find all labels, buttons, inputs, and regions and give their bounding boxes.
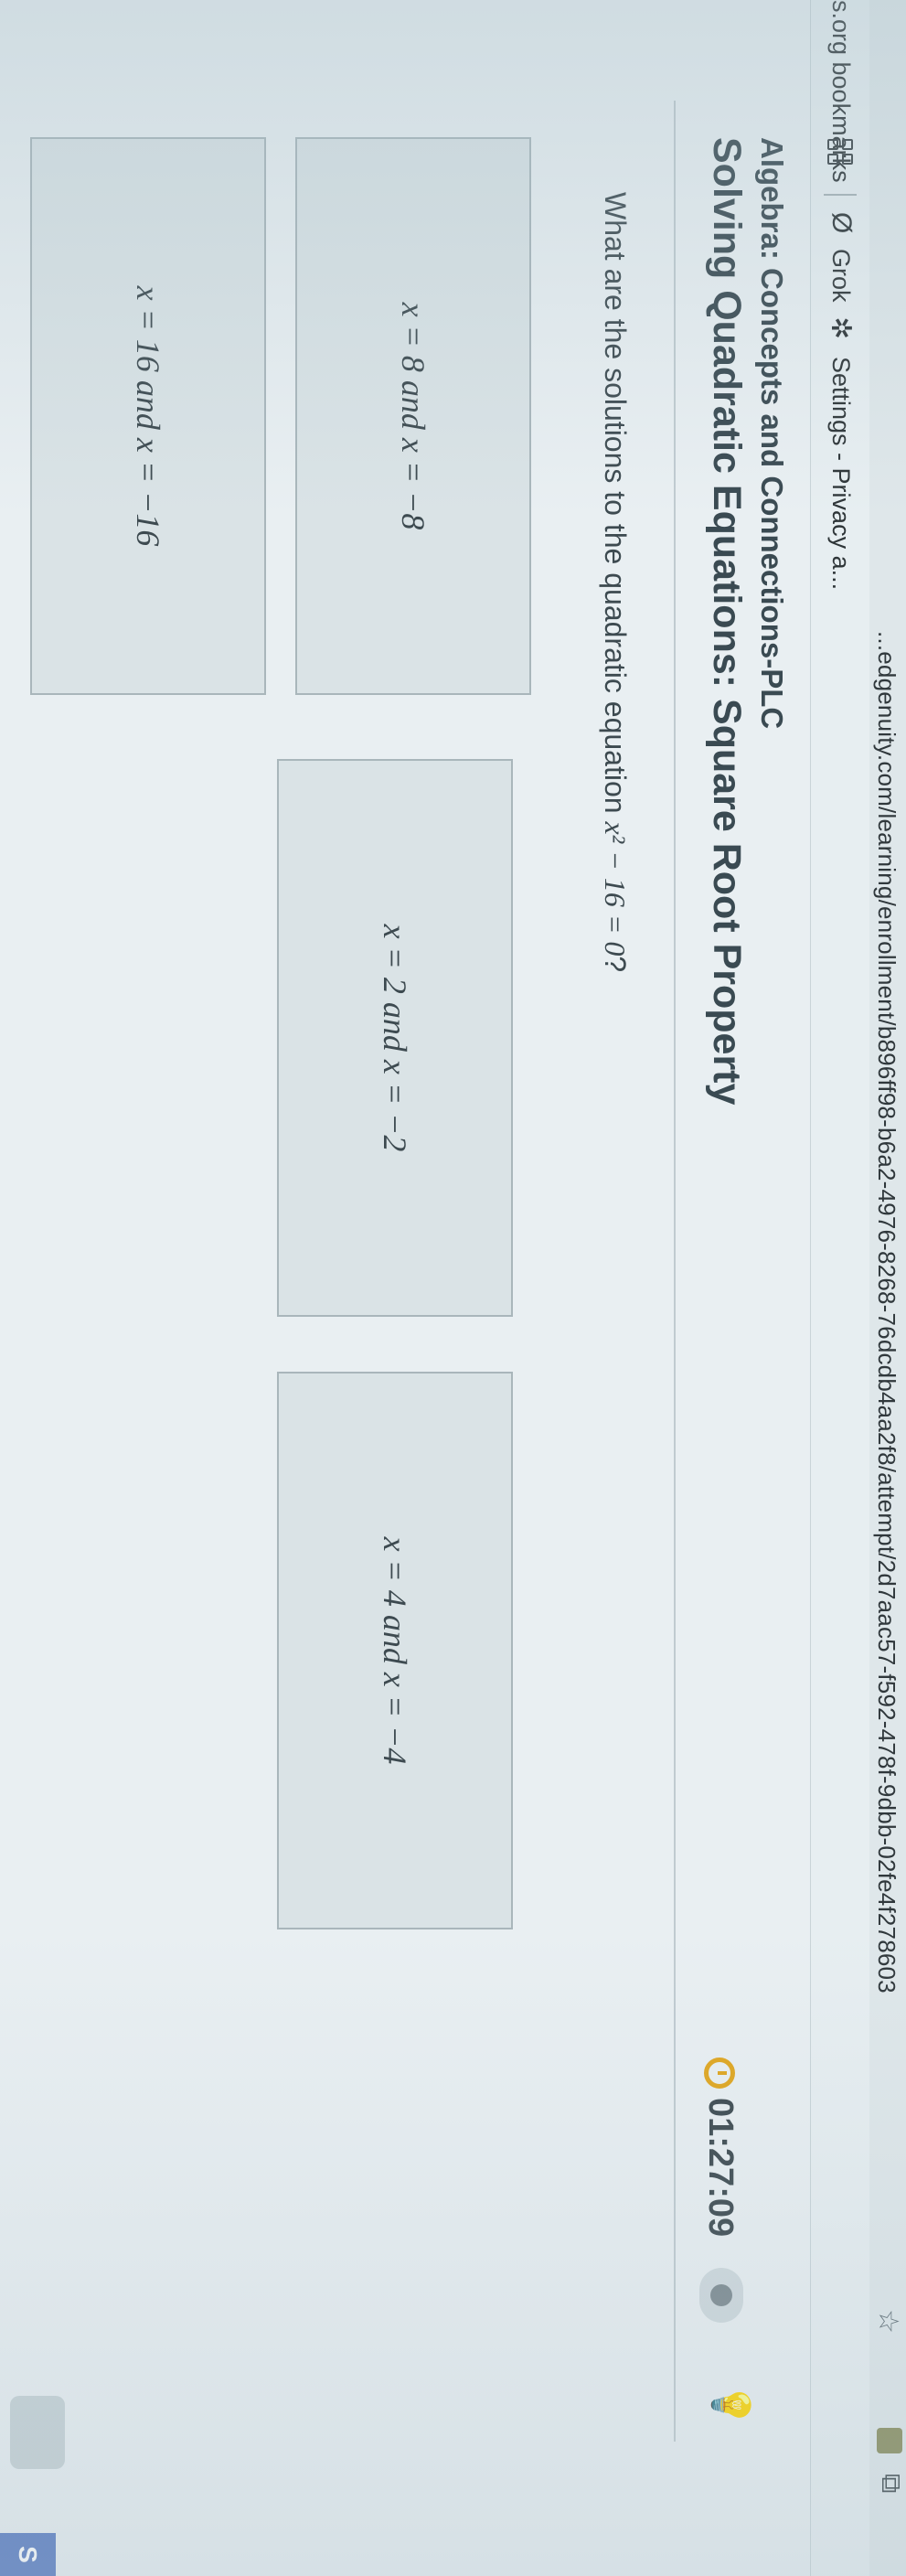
address-bar[interactable]: ...edgenuity.com/learning/enrollment/b89…	[869, 0, 906, 2576]
page-viewport: ...edgenuity.com/learning/enrollment/b89…	[0, 0, 906, 2576]
answer-choice[interactable]: x = 8 and x = −8	[295, 137, 531, 695]
answer-choice-label: x = 2 and x = −2	[377, 924, 413, 1152]
answer-choice-label: x = 4 and x = −4	[377, 1536, 413, 1765]
timer-value: 01:27:09	[701, 2098, 740, 2238]
answer-choice[interactable]: x = 16 and x = −16	[30, 137, 266, 695]
grid-icon[interactable]	[827, 139, 853, 165]
answer-choice[interactable]: x = 2 and x = −2	[277, 759, 513, 1317]
upload-tab[interactable]	[10, 2396, 65, 2469]
activity-timer: 01:27:09	[700, 2058, 740, 2237]
bookmark-grok[interactable]: Grok	[826, 249, 855, 303]
question-equation: x² − 16 = 0	[599, 821, 632, 957]
url-text[interactable]: ...edgenuity.com/learning/enrollment/b89…	[872, 631, 901, 1993]
course-title: Algebra: Concepts and Connections-PLC	[755, 137, 789, 730]
answer-choice[interactable]: x = 4 and x = −4	[277, 1372, 513, 1929]
star-icon[interactable]: ☆	[872, 2309, 904, 2334]
header-divider	[674, 101, 676, 2442]
answer-choice-label: x = 8 and x = −8	[395, 302, 432, 530]
clock-icon	[704, 2058, 736, 2089]
lesson-title: Solving Quadratic Equations: Square Root…	[705, 137, 749, 1106]
question-text: What are the solutions to the quadratic …	[599, 192, 632, 822]
side-tab[interactable]: S	[0, 2533, 56, 2576]
share-icon[interactable]: ⧉	[875, 2474, 906, 2493]
timer-toggle[interactable]	[699, 2268, 743, 2323]
question-prompt: What are the solutions to the quadratic …	[598, 192, 632, 972]
extension-icon[interactable]	[877, 2428, 902, 2453]
lightbulb-icon[interactable]: 💡	[709, 2382, 752, 2428]
bookmarks-bar: s.org bookmarks Ø Grok ✲ Settings - Priv…	[810, 0, 869, 2576]
answer-choice-label: x = 16 and x = −16	[130, 285, 166, 547]
question-end: ?	[599, 956, 632, 973]
gear-icon[interactable]: ✲	[825, 316, 857, 339]
bookmark-settings[interactable]: Settings - Privacy a...	[826, 357, 855, 590]
grok-icon[interactable]: Ø	[826, 212, 857, 233]
bookmark-divider	[824, 194, 857, 196]
